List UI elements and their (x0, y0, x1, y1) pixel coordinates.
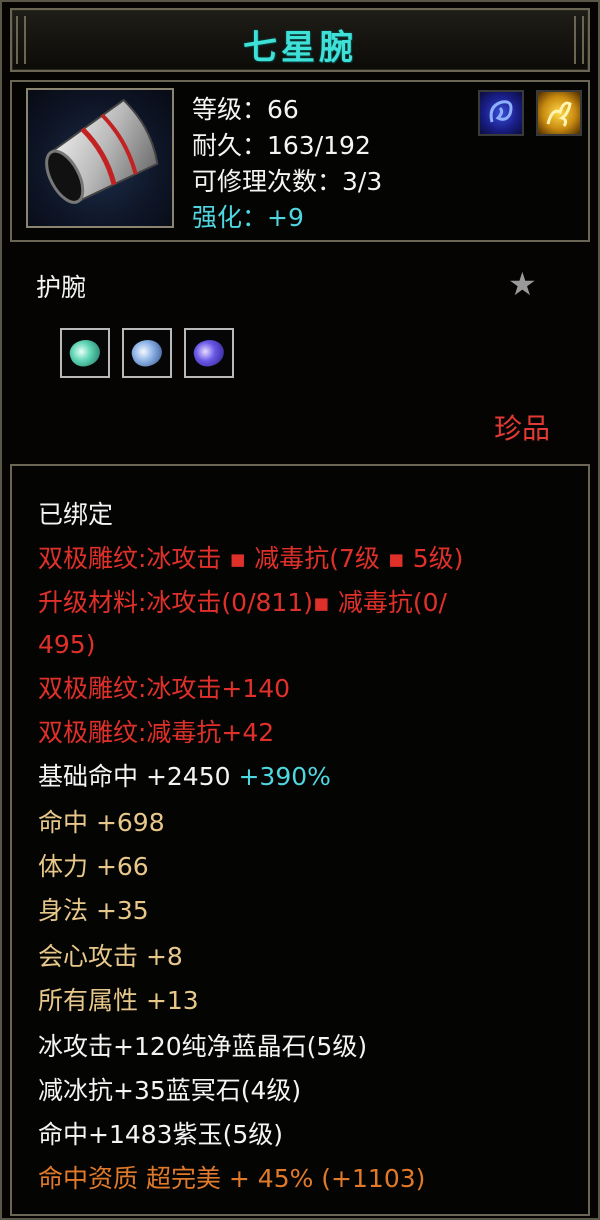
stat-agility: 身法 +35 (38, 896, 149, 925)
stat-all-attributes: 所有属性 +13 (38, 986, 199, 1015)
item-enhance: 强化：+9 (192, 203, 304, 232)
gold-spirit-badge-icon (536, 90, 582, 136)
item-name: 七星腕 (243, 28, 357, 68)
base-hit-row: 基础命中 +2450 +390% (38, 762, 331, 792)
item-category: 护腕 (36, 273, 87, 302)
base-hit-percent: +390% (238, 762, 331, 791)
base-hit: 基础命中 +2450 (38, 762, 231, 791)
title-bar: 七星腕 (10, 8, 590, 72)
favorite-star-icon[interactable]: ★ (508, 265, 537, 303)
item-level: 等级：66 (192, 95, 299, 124)
engrave-ice-attack: 双极雕纹:冰攻击+140 (38, 674, 291, 703)
item-durability: 耐久：163/192 (192, 131, 371, 160)
stat-hit: 命中 +698 (38, 808, 165, 837)
stat-crit: 会心攻击 +8 (38, 942, 183, 971)
blue-gem-icon[interactable] (122, 328, 172, 378)
gem-hit: 命中+1483紫玉(5级) (38, 1120, 283, 1149)
engrave-combo: 双极雕纹:冰攻击 ▪ 减毒抗(7级 ▪ 5级) (38, 544, 464, 573)
wrist-guard-icon (26, 88, 174, 228)
upgrade-material-line-1: 升级材料:冰攻击(0/811)▪ 减毒抗(0/ (38, 588, 447, 617)
stat-stamina: 体力 +66 (38, 852, 149, 881)
green-gem-icon[interactable] (60, 328, 110, 378)
gem-ice-resist: 减冰抗+35蓝冥石(4级) (38, 1076, 302, 1105)
gem-ice-attack: 冰攻击+120纯净蓝晶石(5级) (38, 1032, 368, 1061)
item-rarity: 珍品 (494, 412, 551, 445)
item-repair-count: 可修理次数：3/3 (192, 167, 383, 196)
item-tooltip: 七星腕 等级：66 耐久：163/192 可修理次数：3/3 强化：+9 护腕 … (0, 0, 600, 1220)
blue-spirit-badge-icon (478, 90, 524, 136)
attributes-panel: 已绑定 双极雕纹:冰攻击 ▪ 减毒抗(7级 ▪ 5级) 升级材料:冰攻击(0/8… (10, 464, 590, 1216)
engrave-poison-resist: 双极雕纹:减毒抗+42 (38, 718, 275, 747)
bound-status: 已绑定 (38, 500, 114, 529)
hit-quality: 命中资质 超完美 + 45% (+1103) (38, 1164, 426, 1193)
purple-gem-icon[interactable] (184, 328, 234, 378)
upgrade-material-line-2: 495) (38, 630, 96, 659)
item-info-panel: 等级：66 耐久：163/192 可修理次数：3/3 强化：+9 (10, 80, 590, 242)
